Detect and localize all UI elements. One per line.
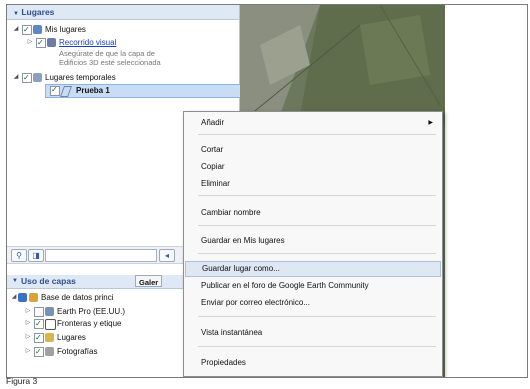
checkbox[interactable]: [34, 346, 44, 357]
database-icon: [29, 293, 38, 302]
path-icon: [59, 86, 73, 97]
checkbox[interactable]: [36, 37, 46, 48]
checkbox[interactable]: [34, 318, 44, 329]
tree-item-mis-lugares[interactable]: ◢ Mis lugares: [7, 24, 237, 35]
menu-separator: [198, 316, 436, 317]
expand-icon[interactable]: ◢: [13, 72, 19, 83]
expand-icon[interactable]: ◢: [13, 24, 19, 35]
checkbox[interactable]: [34, 332, 44, 343]
expand-icon[interactable]: ▷: [25, 306, 31, 317]
menu-item-eliminar[interactable]: Eliminar: [185, 177, 441, 191]
submenu-arrow-icon: ▶: [428, 120, 433, 126]
expand-icon[interactable]: ▷: [27, 37, 33, 48]
layer-label: Earth Pro (EE.UU.): [57, 307, 126, 316]
menu-item-propiedades[interactable]: Propiedades: [185, 356, 441, 370]
menu-item-cambiar-nombre[interactable]: Cambiar nombre: [185, 206, 441, 220]
menu-item-vista-instantanea[interactable]: Vista instantánea: [185, 326, 441, 340]
collapse-icon[interactable]: ▼: [13, 11, 19, 17]
earth-icon: [45, 307, 54, 316]
globe-folder-icon: [33, 25, 42, 34]
layer-icon: [18, 293, 27, 302]
tree-item-lugares-temporales[interactable]: ◢ Lugares temporales: [7, 72, 237, 83]
search-icon[interactable]: ⚲: [11, 249, 27, 262]
folder-icon: [33, 73, 42, 82]
menu-item-label: Añadir: [201, 118, 225, 127]
tree-item-label: Mis lugares: [45, 25, 86, 34]
checkbox[interactable]: [22, 24, 32, 35]
menu-item-label: Cambiar nombre: [201, 208, 261, 217]
tree-item-label: Lugares temporales: [45, 73, 116, 82]
menu-item-cortar[interactable]: Cortar: [185, 143, 441, 157]
menu-item-anadir[interactable]: Añadir ▶: [185, 116, 441, 130]
note-line-1: Asegúrate de que la capa de: [59, 49, 155, 58]
menu-item-label: Eliminar: [201, 179, 230, 188]
checkbox[interactable]: [34, 307, 44, 317]
search-input[interactable]: [45, 249, 157, 262]
menu-separator: [198, 225, 436, 226]
menu-item-guardar-lugar-como[interactable]: Guardar lugar como...: [185, 261, 441, 277]
tree-item-link[interactable]: Recorrido visual: [59, 37, 116, 48]
menu-item-enviar-por-correo[interactable]: Enviar por correo electrónico...: [185, 296, 441, 310]
places-panel-header[interactable]: ▼ Lugares: [7, 5, 239, 20]
menu-item-label: Guardar lugar como...: [202, 264, 280, 273]
menu-item-label: Publicar en el foro de Google Earth Comm…: [201, 281, 369, 290]
panel-toggle-icon[interactable]: ◨: [28, 249, 44, 262]
layer-label: Lugares: [57, 333, 86, 342]
tree-item-label: Prueba 1: [76, 86, 110, 95]
expand-icon[interactable]: ▷: [25, 332, 31, 343]
menu-item-label: Cortar: [201, 145, 224, 154]
layer-label: Fotografías: [57, 347, 98, 356]
menu-item-label: Propiedades: [201, 358, 246, 367]
flag-icon: [45, 319, 56, 330]
menu-item-publicar-en-foro[interactable]: Publicar en el foro de Google Earth Comm…: [185, 279, 441, 293]
menu-separator: [198, 134, 436, 135]
menu-item-label: Copiar: [201, 162, 225, 171]
layer-label: Base de datos princi: [41, 293, 114, 302]
context-menu: Añadir ▶ Cortar Copiar Eliminar Cambiar …: [183, 111, 443, 377]
figure-caption: Figura 3: [6, 376, 38, 386]
note-line-2: Edificios 3D esté seleccionada: [59, 58, 161, 67]
expand-icon[interactable]: ▷: [25, 318, 31, 329]
expand-icon[interactable]: ▷: [25, 346, 31, 357]
places-panel-title: Lugares: [21, 7, 55, 17]
tour-icon: [47, 38, 56, 47]
layer-label: Fronteras y etique: [57, 319, 122, 328]
tab-galeria[interactable]: Galer: [135, 275, 163, 287]
menu-item-label: Enviar por correo electrónico...: [201, 298, 310, 307]
checkbox[interactable]: [22, 72, 32, 83]
screenshot-frame: ▼ Lugares ◢ Mis lugares ▷ Recorrido visu…: [6, 4, 528, 378]
menu-item-label: Vista instantánea: [201, 328, 263, 337]
photo-icon: [45, 347, 54, 356]
menu-item-guardar-en-mis-lugares[interactable]: Guardar en Mis lugares: [185, 234, 441, 248]
places-layer-icon: [45, 333, 54, 342]
menu-separator: [198, 253, 436, 254]
menu-item-copiar[interactable]: Copiar: [185, 160, 441, 174]
tree-item-prueba-1[interactable]: Prueba 1: [45, 84, 241, 98]
collapse-icon[interactable]: ▼: [12, 275, 18, 288]
tree-item-recorrido-visual[interactable]: ▷ Recorrido visual: [7, 37, 237, 48]
menu-separator: [198, 195, 436, 196]
menu-item-label: Guardar en Mis lugares: [201, 236, 285, 245]
checkbox[interactable]: [50, 85, 60, 96]
layers-panel-title: Uso de capas: [21, 276, 76, 286]
expand-icon[interactable]: ◢: [11, 292, 17, 303]
menu-separator: [198, 346, 436, 347]
left-arrow-icon[interactable]: ◂: [159, 249, 175, 262]
